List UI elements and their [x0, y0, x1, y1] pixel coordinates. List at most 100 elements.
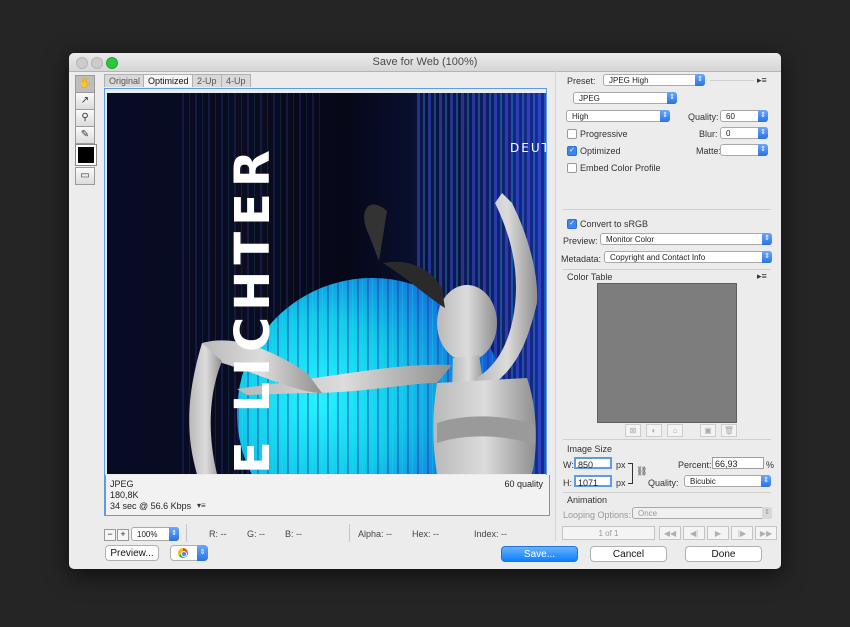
zoom-icon: ⚲ [81, 112, 89, 123]
image-preview[interactable]: E LICHTER DEUT [107, 93, 546, 474]
save-for-web-window: Save for Web (100%) ✋ ↗ ⚲ ✎ ▭ Original O… [69, 53, 781, 569]
zoom-in-button[interactable]: + [117, 529, 129, 541]
color-table-menu-icon[interactable]: ▸≡ [757, 271, 767, 282]
height-input[interactable]: 1071 [574, 475, 612, 488]
last-frame-button[interactable]: ▶▶ [755, 526, 777, 540]
constrain-bracket [628, 463, 633, 484]
minimize-window-button[interactable] [91, 57, 103, 69]
section-separator [563, 269, 771, 270]
previous-frame-icon: ◀| [689, 529, 699, 538]
eyedropper-color-swatch[interactable] [75, 144, 97, 166]
preview-button[interactable]: Preview... [105, 545, 159, 561]
matte-dropdown[interactable]: ⇕ [720, 144, 768, 156]
percent-input[interactable]: 66,93 [712, 457, 764, 469]
cancel-button[interactable]: Cancel [590, 546, 667, 562]
chevron-updown-icon: ⇕ [660, 110, 670, 122]
first-frame-button[interactable]: ◀◀ [659, 526, 681, 540]
width-unit: px [616, 460, 626, 470]
tab-original[interactable]: Original [104, 74, 146, 87]
tab-4-up[interactable]: 4-Up [221, 74, 251, 87]
info-quality: 60 quality [504, 479, 543, 489]
hand-tool[interactable]: ✋ [75, 75, 95, 93]
play-button[interactable]: ▶ [707, 526, 729, 540]
chevron-updown-icon: ⇕ [762, 233, 772, 245]
tab-optimized[interactable]: Optimized [143, 74, 194, 87]
chevron-updown-icon: ⇕ [169, 527, 179, 541]
status-r: R: -- [209, 529, 227, 539]
metadata-dropdown[interactable]: Copyright and Contact Info ⇕ [604, 251, 772, 263]
convert-srgb-checkbox[interactable]: ✓ [567, 219, 577, 229]
next-frame-button[interactable]: |▶ [731, 526, 753, 540]
browser-icon [178, 548, 188, 558]
info-format: JPEG [110, 479, 134, 489]
browser-icon-center [181, 551, 187, 557]
next-frame-icon: |▶ [737, 529, 747, 538]
dancer-leg-lower [189, 343, 222, 474]
file-format-dropdown[interactable]: JPEG ⇕ [573, 92, 677, 104]
preset-dropdown[interactable]: JPEG High ⇕ [603, 74, 705, 86]
chevron-updown-icon: ⇕ [667, 92, 677, 104]
corner-text: DEUT [510, 141, 546, 155]
web-snap-icon[interactable]: ◐ [646, 424, 662, 437]
progressive-checkbox[interactable] [567, 129, 577, 139]
info-size: 180,8K [110, 490, 139, 500]
done-button[interactable]: Done [685, 546, 762, 562]
zoom-level-dropdown[interactable]: 100% ⇕ [131, 527, 179, 541]
compression-quality-dropdown[interactable]: High ⇕ [566, 110, 670, 122]
percent-unit: % [766, 460, 775, 470]
status-hex: Hex: -- [412, 529, 439, 539]
eyedropper-tool[interactable]: ✎ [75, 126, 95, 144]
status-g: G: -- [247, 529, 265, 539]
save-button[interactable]: Save... [501, 546, 578, 562]
info-download-time: 34 sec @ 56.6 Kbps [110, 501, 192, 511]
trash-icon[interactable]: 🗑 [721, 424, 737, 437]
frame-counter: 1 of 1 [562, 526, 655, 540]
resample-quality-dropdown[interactable]: Bicubic ⇕ [684, 475, 771, 487]
chevron-updown-icon: ⇕ [758, 110, 768, 122]
section-separator [563, 209, 771, 210]
status-divider [349, 524, 350, 542]
quality-input[interactable]: 60 ⇕ [720, 110, 768, 122]
width-label: W: [563, 460, 574, 470]
close-window-button[interactable] [76, 57, 88, 69]
chevron-updown-icon: ⇕ [695, 74, 705, 86]
window-title: Save for Web (100%) [372, 56, 478, 68]
chevron-updown-icon: ⇕ [762, 507, 772, 519]
preset-rule [710, 80, 754, 81]
tab-2-up[interactable]: 2-Up [192, 74, 222, 87]
title-bar: Save for Web (100%) [69, 53, 781, 72]
looping-options-dropdown[interactable]: Once ⇕ [632, 507, 772, 519]
convert-srgb-label: Convert to sRGB [580, 219, 649, 229]
blur-label: Blur: [699, 129, 718, 139]
browser-preview-dropdown[interactable]: ⇕ [170, 545, 208, 561]
hand-icon: ✋ [78, 78, 92, 89]
status-divider [186, 524, 187, 542]
height-unit: px [616, 478, 626, 488]
zoom-out-button[interactable]: − [104, 529, 116, 541]
toggle-slices-button[interactable]: ▭ [75, 167, 95, 185]
dancer-head [437, 285, 497, 361]
optimize-menu-icon[interactable]: ▸≡ [757, 75, 767, 86]
download-time-menu-icon[interactable]: ▾≡ [197, 501, 206, 510]
previous-frame-button[interactable]: ◀| [683, 526, 705, 540]
map-color-transparent-icon[interactable]: ⊠ [625, 424, 641, 437]
blur-input[interactable]: 0 ⇕ [720, 127, 768, 139]
color-table-swatches[interactable] [597, 283, 737, 423]
zoom-window-button[interactable] [106, 57, 118, 69]
optimized-checkbox[interactable]: ✓ [567, 146, 577, 156]
width-input[interactable]: 850 [574, 457, 612, 470]
slice-select-tool[interactable]: ↗ [75, 92, 95, 110]
optimized-label: Optimized [580, 146, 621, 156]
new-color-icon[interactable]: ▣ [700, 424, 716, 437]
zoom-tool[interactable]: ⚲ [75, 109, 95, 127]
link-icon[interactable]: ⛓ [636, 466, 647, 477]
preview-mode-dropdown[interactable]: Monitor Color ⇕ [600, 233, 772, 245]
embed-color-profile-checkbox[interactable] [567, 163, 577, 173]
preview-mode-label: Preview: [563, 236, 598, 246]
chevron-updown-icon: ⇕ [761, 475, 771, 487]
play-icon: ▶ [714, 529, 722, 538]
percent-label: Percent: [678, 460, 712, 470]
color-table-label: Color Table [567, 272, 613, 282]
last-frame-icon: ▶▶ [759, 529, 773, 538]
lock-color-icon[interactable]: ⌂ [667, 424, 683, 437]
